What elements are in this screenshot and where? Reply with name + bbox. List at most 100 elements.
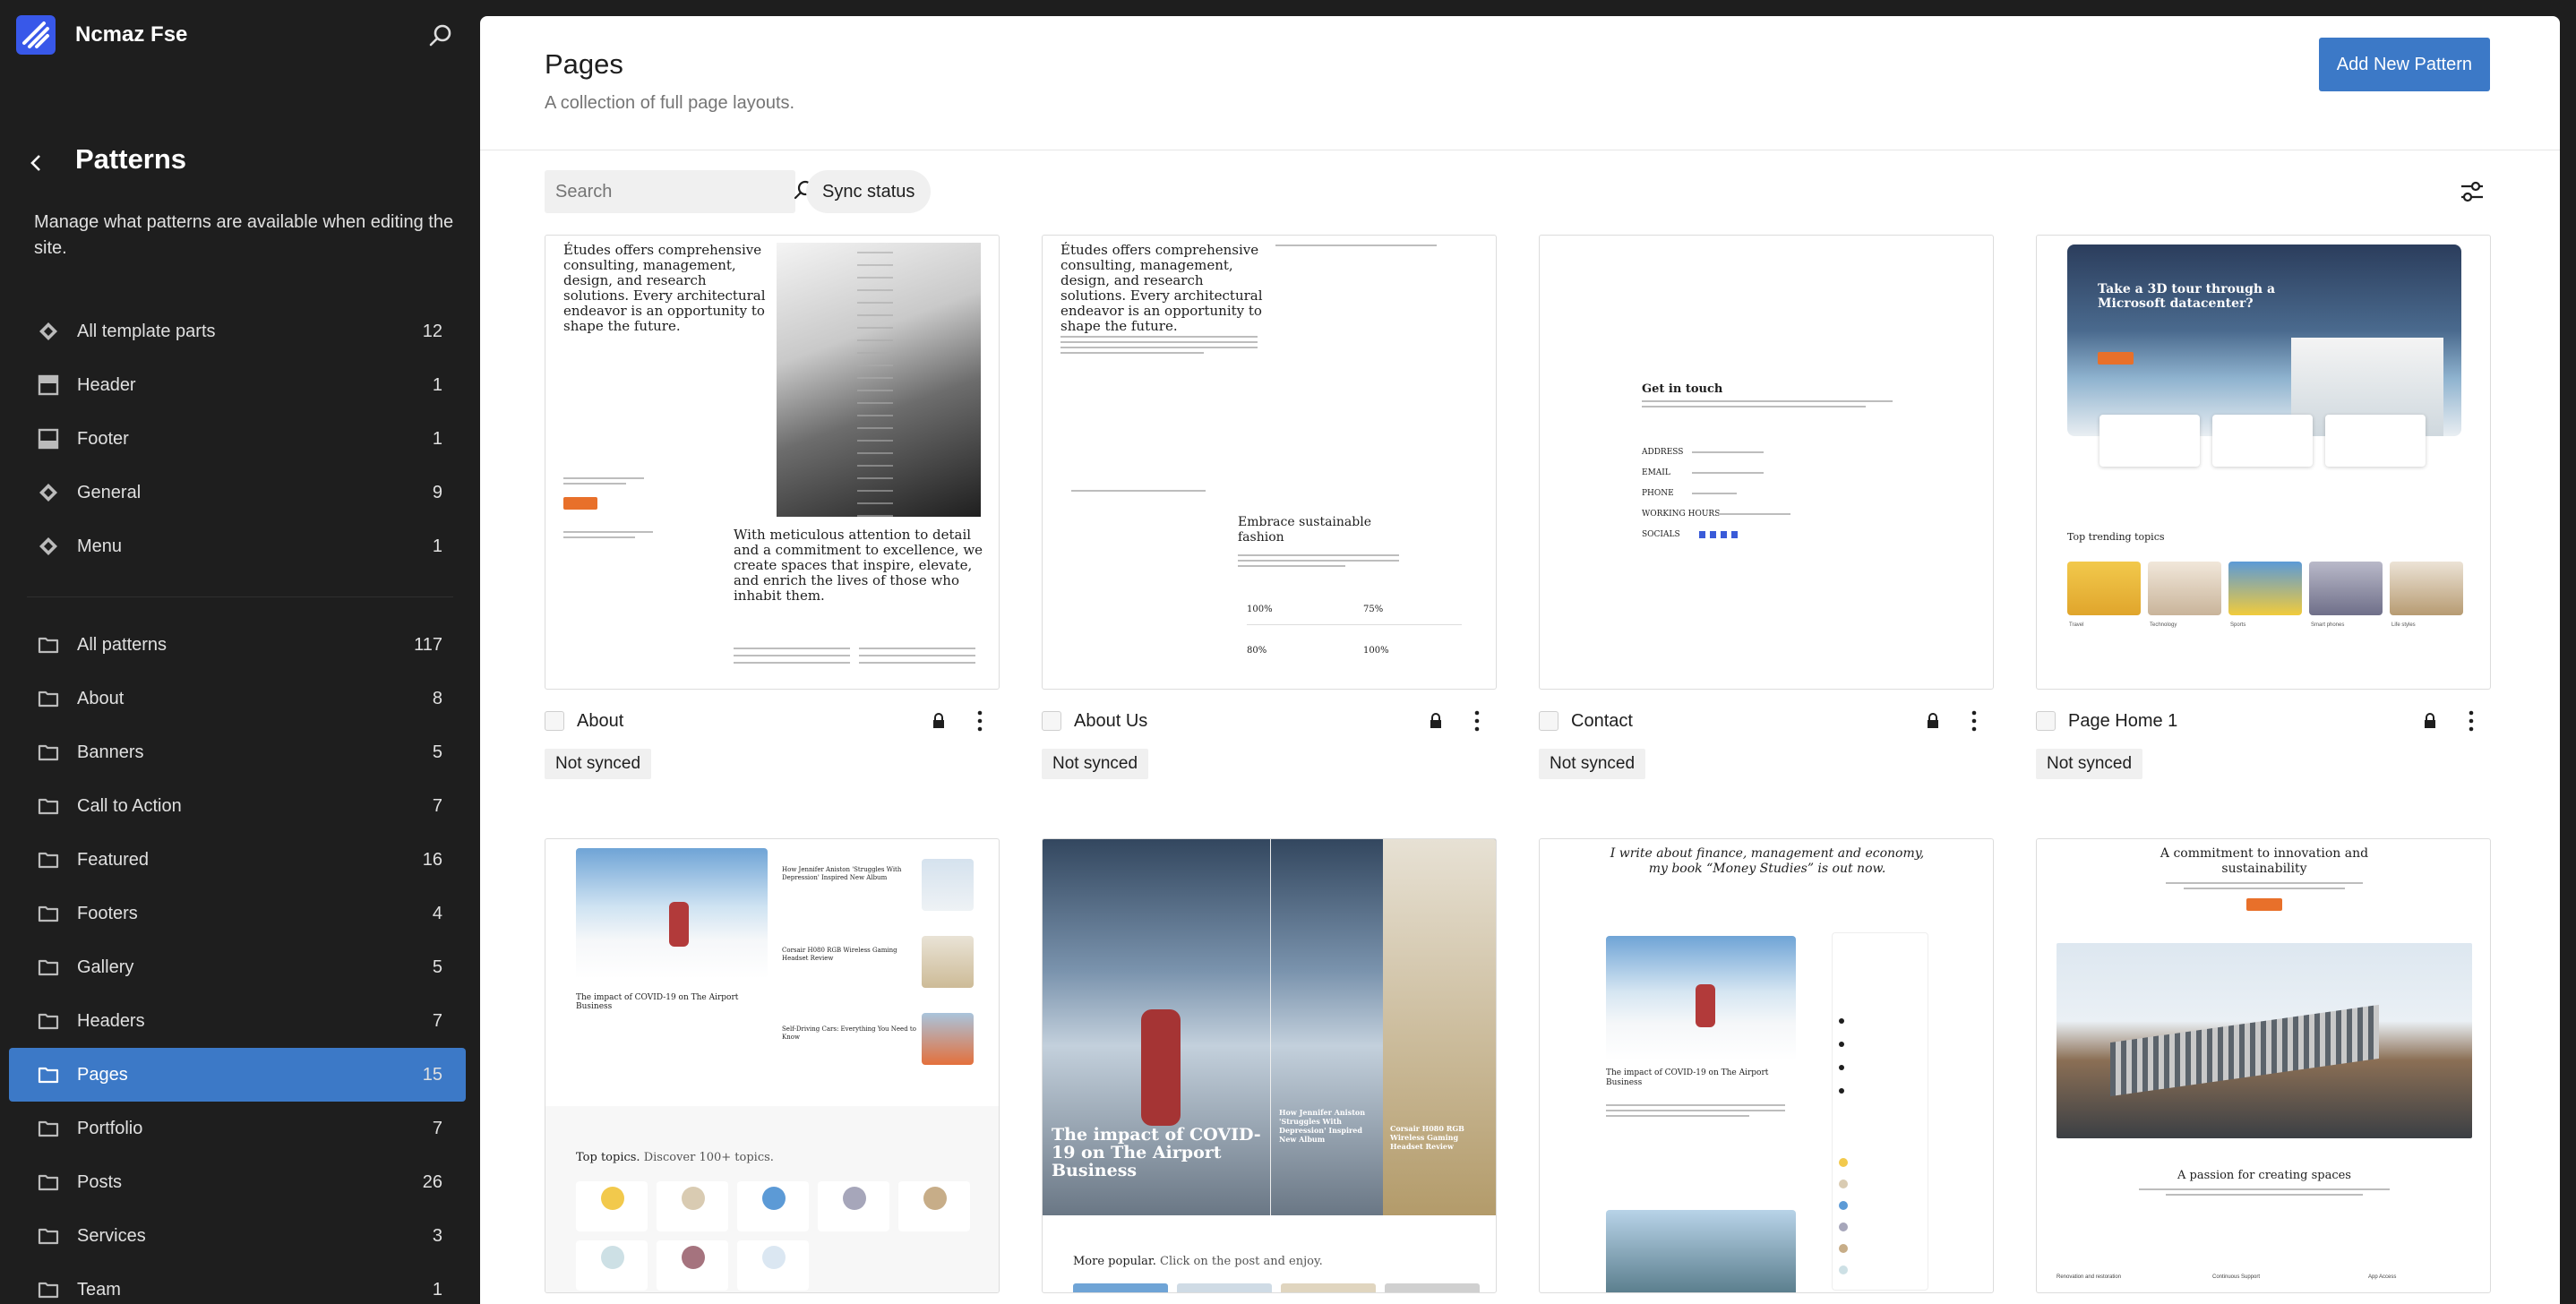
folder-icon <box>36 1008 61 1034</box>
wordpress-logo-icon <box>22 21 49 48</box>
pattern-preview[interactable]: Études offers comprehensive consulting, … <box>545 235 1000 690</box>
hero-image: Take a 3D tour through a Microsoft datac… <box>2067 244 2461 436</box>
page-header: Pages A collection of full page layouts.… <box>480 16 2560 150</box>
sidebar-item-banners[interactable]: Banners 5 <box>9 725 466 779</box>
card-title[interactable]: About Us <box>1074 711 1425 732</box>
sidebar-item-label: Footer <box>77 428 129 449</box>
main-content: Pages A collection of full page layouts.… <box>480 16 2560 1304</box>
folder-icon <box>36 847 61 872</box>
sidebar-item-about[interactable]: About 8 <box>9 672 466 725</box>
sidebar-item-label: Header <box>77 374 136 395</box>
pattern-card-page-home-1[interactable]: Take a 3D tour through a Microsoft datac… <box>2036 235 2491 779</box>
preview-heading: A commitment to innovation and sustainab… <box>2160 846 2369 876</box>
add-new-pattern-button[interactable]: Add New Pattern <box>2318 38 2490 91</box>
lock-icon <box>1922 710 1944 732</box>
stat-value: 75% <box>1363 605 1384 614</box>
sidebar-item-featured[interactable]: Featured 16 <box>9 833 466 887</box>
sync-badge: Not synced <box>1042 749 1149 779</box>
select-checkbox[interactable] <box>1042 711 1061 731</box>
stat-value: 100% <box>1247 605 1273 614</box>
contact-row: SOCIALS <box>1642 530 1680 539</box>
pattern-preview[interactable]: Études offers comprehensive consulting, … <box>1042 235 1497 690</box>
search-input[interactable] <box>555 181 793 202</box>
pattern-categories-nav: All patterns 117 About 8 Banners 5 Call to Act… <box>9 618 466 1304</box>
topic-label: Life styles <box>2391 622 2416 628</box>
sidebar-item-footers[interactable]: Footers 4 <box>9 887 466 940</box>
pattern-preview[interactable]: I write about finance, management and ec… <box>1539 838 1994 1293</box>
sidebar-item-posts[interactable]: Posts 26 <box>9 1155 466 1209</box>
lock-icon <box>928 710 949 732</box>
select-checkbox[interactable] <box>2036 711 2056 731</box>
post-title: How Jennifer Aniston 'Struggles With Dep… <box>782 866 902 881</box>
pattern-card-contact[interactable]: Get in touch ADDRESS EMAIL PHONE WORKING… <box>1539 235 1994 779</box>
select-checkbox[interactable] <box>1539 711 1558 731</box>
sidebar-item-header[interactable]: Header 1 <box>9 358 466 412</box>
sidebar-item-services[interactable]: Services 3 <box>9 1209 466 1263</box>
hero-title: Take a 3D tour through a Microsoft datac… <box>2098 282 2276 311</box>
architecture-image <box>2057 943 2472 1138</box>
pattern-preview[interactable]: The impact of COVID-19 on The Airport Bu… <box>1042 838 1497 1293</box>
snowboarder-image <box>1606 936 1796 1061</box>
sidebar-item-label: Banners <box>77 742 144 762</box>
page-title: Pages <box>545 48 623 80</box>
site-hub: Ncmaz Fse <box>16 15 464 55</box>
sidebar-item-call-to-action[interactable]: Call to Action 7 <box>9 779 466 833</box>
architecture-image <box>777 243 981 517</box>
sidebar-item-count: 1 <box>432 1279 442 1300</box>
sidebar-item-footer[interactable]: Footer 1 <box>9 412 466 466</box>
cta-button-preview <box>563 497 597 510</box>
pattern-preview[interactable]: Take a 3D tour through a Microsoft datac… <box>2036 235 2491 690</box>
topic-label: Travel <box>2069 622 2084 628</box>
quote-line: I write about finance, management and ec… <box>1610 846 1925 861</box>
back-icon[interactable] <box>21 149 50 177</box>
card-title[interactable]: About <box>577 711 928 732</box>
sidebar-item-pages[interactable]: Pages 15 <box>9 1048 466 1102</box>
view-options-icon[interactable] <box>2456 176 2488 208</box>
sidebar-item-all-template-parts[interactable]: All template parts 12 <box>9 305 466 358</box>
more-title: More popular. <box>1073 1255 1156 1268</box>
pattern-preview[interactable]: Get in touch ADDRESS EMAIL PHONE WORKING… <box>1539 235 1994 690</box>
pattern-card-blog-author[interactable]: I write about finance, management and ec… <box>1539 838 1994 1293</box>
sidebar-item-label: Portfolio <box>77 1118 143 1138</box>
more-popular-heading: More popular. Click on the post and enjo… <box>1073 1255 1323 1268</box>
more-actions-icon[interactable] <box>969 708 991 734</box>
sidebar-item-label: Posts <box>77 1171 123 1192</box>
pattern-card-magazine[interactable]: The impact of COVID-19 on The Airport Bu… <box>1042 838 1497 1293</box>
sync-status-filter[interactable]: Sync status <box>806 170 932 213</box>
sidebar-item-count: 1 <box>432 374 442 395</box>
sidebar-item-count: 9 <box>432 482 442 502</box>
sidebar-item-general[interactable]: General 9 <box>9 466 466 519</box>
sidebar-item-team[interactable]: Team 1 <box>9 1263 466 1304</box>
sidebar-item-label: Footers <box>77 903 138 923</box>
pattern-preview[interactable]: The impact of COVID-19 on The Airport Bu… <box>545 838 1000 1293</box>
sidebar-item-count: 7 <box>432 795 442 816</box>
sidebar-item-headers[interactable]: Headers 7 <box>9 994 466 1048</box>
pattern-card-about-us[interactable]: Études offers comprehensive consulting, … <box>1042 235 1497 779</box>
sidebar-description: Manage what patterns are available when … <box>34 212 454 258</box>
pattern-card-about[interactable]: Études offers comprehensive consulting, … <box>545 235 1000 779</box>
folder-icon <box>36 1223 61 1248</box>
card-title[interactable]: Page Home 1 <box>2068 711 2419 732</box>
hero-image: The impact of COVID-19 on The Airport Bu… <box>1043 839 1496 1215</box>
site-logo[interactable] <box>16 15 56 55</box>
pattern-card-blog-home[interactable]: The impact of COVID-19 on The Airport Bu… <box>545 838 1000 1293</box>
folder-icon <box>36 955 61 980</box>
select-checkbox[interactable] <box>545 711 564 731</box>
more-actions-icon[interactable] <box>1466 708 1488 734</box>
sidebar-item-gallery[interactable]: Gallery 5 <box>9 940 466 994</box>
more-actions-icon[interactable] <box>2460 708 2482 734</box>
more-actions-icon[interactable] <box>1963 708 1985 734</box>
pattern-preview[interactable]: A commitment to innovation and sustainab… <box>2036 838 2491 1293</box>
site-title[interactable]: Ncmaz Fse <box>75 22 187 47</box>
contact-row: PHONE <box>1642 489 1674 498</box>
search-icon[interactable] <box>426 21 455 50</box>
header-icon <box>36 373 61 398</box>
author-quote: I write about finance, management and ec… <box>1540 846 1993 877</box>
sidebar-item-count: 5 <box>432 957 442 977</box>
sidebar-item-all-patterns[interactable]: All patterns 117 <box>9 618 466 672</box>
sidebar-item-menu[interactable]: Menu 1 <box>9 519 466 573</box>
post-title: Corsair H080 RGB Wireless Gaming Headset… <box>1390 1124 1464 1151</box>
sidebar-item-portfolio[interactable]: Portfolio 7 <box>9 1102 466 1155</box>
pattern-card-innovation[interactable]: A commitment to innovation and sustainab… <box>2036 838 2491 1293</box>
card-title[interactable]: Contact <box>1571 711 1922 732</box>
